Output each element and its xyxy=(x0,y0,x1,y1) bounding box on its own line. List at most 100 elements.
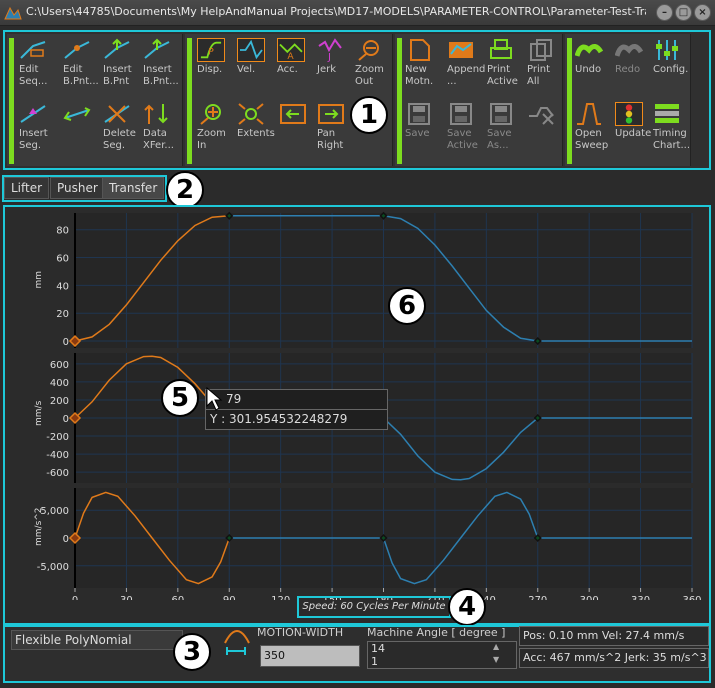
zoom-in-button[interactable]: Zoom In xyxy=(197,102,237,152)
y-tick-label: 20 xyxy=(56,309,69,320)
undo-icon xyxy=(575,44,603,57)
zoom-in-icon xyxy=(200,104,221,125)
displacement-button[interactable]: P Disp. xyxy=(197,38,237,76)
displacement-icon: P xyxy=(197,38,225,62)
jerk-icon: J xyxy=(318,38,342,62)
y-tick-label: -400 xyxy=(46,450,69,461)
y-tick-label: 80 xyxy=(56,226,69,237)
acceleration-button[interactable]: A Acc. xyxy=(277,38,317,76)
undo-button[interactable]: Undo xyxy=(575,38,615,76)
x-tick-label: 300 xyxy=(580,595,599,600)
acc-jerk-readout: Acc: 467 mm/s^2 Jerk: 35 m/s^3 xyxy=(519,648,709,668)
pos-vel-readout: Pos: 0.10 mm Vel: 27.4 mm/s xyxy=(519,626,709,646)
redo-button[interactable]: Redo xyxy=(615,38,655,76)
mouse-pointer-icon xyxy=(206,386,223,411)
open-sweep-button[interactable]: Open Sweep xyxy=(575,102,615,152)
x-tick-label: 90 xyxy=(223,595,236,600)
insert-segment-button[interactable]: Insert Seg. xyxy=(19,102,59,152)
callout-5: 5 xyxy=(161,379,199,417)
y-tick-label: 600 xyxy=(50,360,69,371)
velocity-icon xyxy=(237,38,265,62)
insert-blend-point-dialog-button[interactable]: Insert B.Pnt... xyxy=(143,38,183,88)
maximize-button[interactable]: □ xyxy=(675,4,692,21)
print-active-button[interactable]: Print Active xyxy=(487,38,527,88)
motion-width-input[interactable]: 350 xyxy=(260,645,360,667)
delete-segment-button[interactable]: Delete Seg. xyxy=(103,102,143,152)
edit-segment-icon xyxy=(20,41,46,59)
speed-label: Speed: 60 Cycles Per Minute xyxy=(297,596,451,618)
print-active-icon xyxy=(490,39,512,59)
acceleration-icon: A xyxy=(277,38,305,62)
save-button[interactable]: Save xyxy=(405,102,445,140)
update-icon xyxy=(615,102,643,126)
x-tick-label: 120 xyxy=(271,595,290,600)
motion-width-label: MOTION-WIDTH xyxy=(257,626,344,639)
tooltip-y: Y : 301.954532248279 xyxy=(205,409,388,430)
insert-segment-icon xyxy=(20,105,46,123)
save-active-button[interactable]: Save Active xyxy=(447,102,487,152)
y-axis-label: mm xyxy=(34,271,44,289)
edit-segment-button[interactable]: Edit Seq... xyxy=(19,38,59,88)
config-icon xyxy=(656,40,678,60)
extents-button[interactable]: Extents xyxy=(237,102,277,140)
motion-law-combo[interactable]: Flexible PolyNomial xyxy=(11,630,183,650)
svg-text:P: P xyxy=(208,47,214,58)
new-motion-button[interactable]: New Motn. xyxy=(405,38,445,88)
app-icon xyxy=(4,6,22,20)
edit-blend-point-icon xyxy=(64,41,90,59)
y-tick-label: 60 xyxy=(56,254,69,265)
edit-blend-point-button[interactable]: Edit B.Pnt... xyxy=(63,38,103,88)
update-button[interactable]: Update xyxy=(615,102,655,140)
y-tick-label: -600 xyxy=(46,468,69,479)
x-tick-label: 270 xyxy=(528,595,547,600)
tab-lifter[interactable]: Lifter xyxy=(4,177,50,199)
callout-3: 3 xyxy=(173,633,211,671)
ribbon-group-segments: Edit Seq... Edit B.Pnt... Insert B.Pnt I… xyxy=(7,34,183,166)
x-tick-label: 0 xyxy=(72,595,78,600)
pan-left-button[interactable] xyxy=(279,102,319,128)
timing-chart-button[interactable]: Timing Chart... xyxy=(653,102,693,152)
title-bar: C:\Users\44785\Documents\My HelpAndManua… xyxy=(0,0,715,26)
y-tick-label: -5,000 xyxy=(37,562,69,573)
tab-transfer[interactable]: Transfer xyxy=(102,177,165,199)
callout-6: 6 xyxy=(388,287,426,325)
open-sweep-icon xyxy=(577,103,601,125)
delete-segment-icon xyxy=(104,105,130,123)
ribbon-group-edit: Undo Redo Config. Open Sweep Update Timi… xyxy=(565,34,691,166)
double-arrow-icon xyxy=(63,107,91,121)
extents-icon xyxy=(238,103,264,125)
print-all-icon xyxy=(530,39,552,61)
machine-angle-label: Machine Angle [ degree ] xyxy=(367,626,506,639)
x-tick-label: 30 xyxy=(120,595,133,600)
y-tick-label: 400 xyxy=(50,378,69,389)
minimize-button[interactable]: – xyxy=(656,4,673,21)
y-tick-label: 0 xyxy=(63,414,69,425)
zoom-out-button[interactable]: Zoom Out xyxy=(355,38,395,88)
double-arrow-button[interactable] xyxy=(63,102,103,128)
jerk-button[interactable]: J Jerk xyxy=(317,38,357,76)
insert-blend-point-button[interactable]: Insert B.Pnt xyxy=(103,38,143,88)
save-active-icon xyxy=(450,103,472,125)
disabled-motion-button[interactable] xyxy=(527,102,567,128)
tooltip-x: 79 xyxy=(205,389,388,410)
spin-up-icon[interactable]: ▲ xyxy=(493,642,499,651)
segment-properties-panel: Flexible PolyNomial MOTION-WIDTH 350 Mac… xyxy=(3,625,711,683)
tab-pusher[interactable]: Pusher xyxy=(50,177,105,199)
zoom-out-icon xyxy=(358,40,379,61)
append-button[interactable]: Append ... xyxy=(447,38,487,88)
y-tick-label: 5,000 xyxy=(40,506,69,517)
x-tick-label: 60 xyxy=(171,595,184,600)
window-title: C:\Users\44785\Documents\My HelpAndManua… xyxy=(26,5,646,18)
config-button[interactable]: Config. xyxy=(653,38,693,76)
redo-icon xyxy=(615,44,643,57)
save-as-icon xyxy=(490,103,512,125)
spin-down-icon[interactable]: ▼ xyxy=(493,655,499,664)
y-axis-label: mm/s^2 xyxy=(34,507,44,546)
print-all-button[interactable]: Print All xyxy=(527,38,567,88)
save-as-button[interactable]: Save As... xyxy=(487,102,527,152)
data-transfer-button[interactable]: Data XFer... xyxy=(143,102,183,152)
velocity-button[interactable]: Vel. xyxy=(237,38,277,76)
callout-2: 2 xyxy=(166,171,204,209)
y-tick-label: -200 xyxy=(46,432,69,443)
close-button[interactable]: × xyxy=(694,4,711,21)
